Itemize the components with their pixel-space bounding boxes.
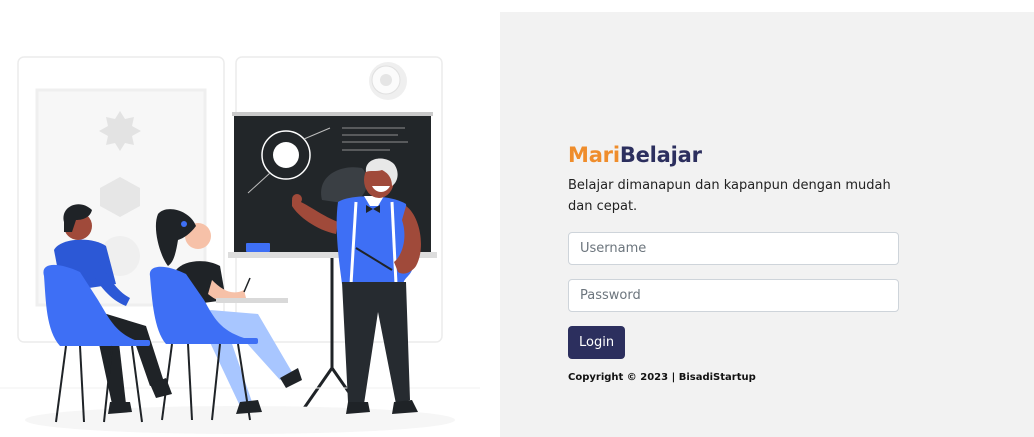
copyright-text: Copyright © 2023 | BisadiStartup: [568, 372, 756, 383]
tagline: Belajar dimanapun dan kapanpun dengan mu…: [568, 178, 891, 214]
classroom-illustration: [0, 0, 500, 437]
login-form: MariBelajar Belajar dimanapun dan kapanp…: [568, 142, 899, 383]
username-input[interactable]: [568, 232, 899, 265]
brand-part-belajar: Belajar: [619, 143, 702, 167]
brand-part-mari: Mari: [568, 143, 620, 167]
login-panel: MariBelajar Belajar dimanapun dan kapanp…: [500, 12, 1034, 437]
password-input[interactable]: [568, 279, 899, 312]
brand-logo: MariBelajar: [568, 142, 899, 168]
login-button[interactable]: Login: [568, 326, 626, 359]
